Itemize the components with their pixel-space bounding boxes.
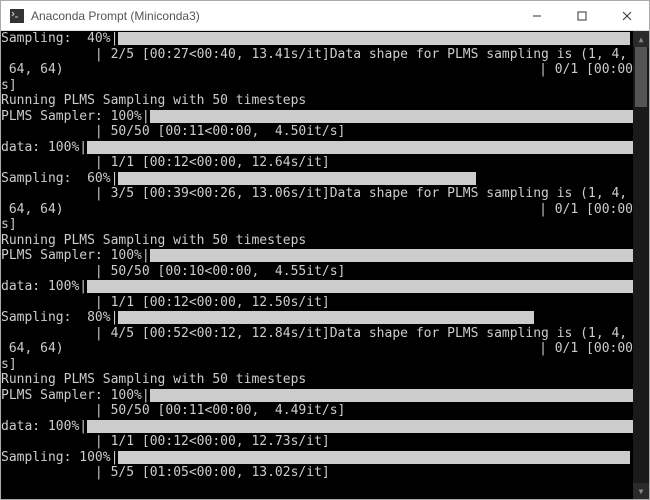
terminal-line: data: 100%| (1, 140, 633, 156)
scrollbar[interactable]: ▲ ▼ (633, 31, 649, 499)
terminal-line: 64, 64)| 0/1 [00:00 (1, 341, 633, 357)
terminal-line: | 1/1 [00:12<00:00, 12.64s/it] (1, 155, 633, 171)
terminal-line: | 1/1 [00:12<00:00, 12.50s/it] (1, 295, 633, 311)
terminal-line: | 50/50 [00:10<00:00, 4.55it/s] (1, 264, 633, 280)
terminal-line: s] (1, 357, 633, 373)
window-controls (514, 1, 649, 31)
terminal-content: Sampling: 40%| | 2/5 [00:27<00:40, 13.41… (1, 31, 633, 499)
terminal-line: Running PLMS Sampling with 50 timesteps (1, 93, 633, 109)
scroll-thumb[interactable] (635, 47, 647, 107)
terminal-line: Sampling: 40%| (1, 31, 633, 47)
close-button[interactable] (604, 1, 649, 31)
terminal-line: | 50/50 [00:11<00:00, 4.49it/s] (1, 403, 633, 419)
terminal-line: 64, 64)| 0/1 [00:00 (1, 62, 633, 78)
terminal-line: Sampling: 80%| (1, 310, 633, 326)
app-icon (9, 8, 25, 24)
terminal-line: | 2/5 [00:27<00:40, 13.41s/it]Data shape… (1, 47, 633, 63)
terminal[interactable]: Sampling: 40%| | 2/5 [00:27<00:40, 13.41… (1, 31, 649, 499)
scroll-down-icon[interactable]: ▼ (633, 483, 649, 499)
terminal-line: Running PLMS Sampling with 50 timesteps (1, 233, 633, 249)
terminal-line: data: 100%| (1, 279, 633, 295)
terminal-line: | 4/5 [00:52<00:12, 12.84s/it]Data shape… (1, 326, 633, 342)
maximize-button[interactable] (559, 1, 604, 31)
terminal-line: PLMS Sampler: 100%| (1, 248, 633, 264)
terminal-line: | 5/5 [01:05<00:00, 13.02s/it] (1, 465, 633, 481)
terminal-line: PLMS Sampler: 100%| (1, 388, 633, 404)
terminal-line: | 3/5 [00:39<00:26, 13.06s/it]Data shape… (1, 186, 633, 202)
terminal-line: s] (1, 217, 633, 233)
terminal-line: PLMS Sampler: 100%| (1, 109, 633, 125)
terminal-line: Sampling: 100%| (1, 450, 633, 466)
terminal-line: | 1/1 [00:12<00:00, 12.73s/it] (1, 434, 633, 450)
app-window: Anaconda Prompt (Miniconda3) Sampling: 4… (0, 0, 650, 500)
terminal-line: Sampling: 60%| (1, 171, 633, 187)
minimize-button[interactable] (514, 1, 559, 31)
window-title: Anaconda Prompt (Miniconda3) (31, 9, 514, 23)
scroll-up-icon[interactable]: ▲ (633, 31, 649, 47)
terminal-line: data: 100%| (1, 419, 633, 435)
terminal-line: s] (1, 78, 633, 94)
titlebar: Anaconda Prompt (Miniconda3) (1, 1, 649, 31)
terminal-line: | 50/50 [00:11<00:00, 4.50it/s] (1, 124, 633, 140)
terminal-line: Running PLMS Sampling with 50 timesteps (1, 372, 633, 388)
terminal-line: 64, 64)| 0/1 [00:00 (1, 202, 633, 218)
